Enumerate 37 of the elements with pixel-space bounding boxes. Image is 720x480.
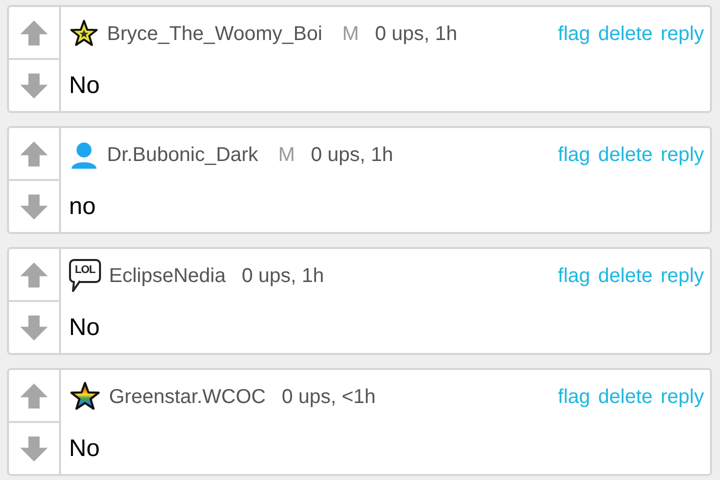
action-link[interactable]: flag bbox=[558, 18, 590, 48]
action-link[interactable]: reply bbox=[660, 140, 704, 170]
action-link[interactable]: delete bbox=[598, 18, 653, 48]
action-link[interactable]: delete bbox=[598, 382, 653, 412]
action-link[interactable]: flag bbox=[558, 140, 590, 170]
username[interactable]: Bryce_The_Woomy_Boi bbox=[107, 18, 322, 48]
comment-meta: 0 ups, 1h bbox=[374, 22, 458, 46]
rainbow-star-icon bbox=[69, 380, 101, 412]
action-link[interactable]: reply bbox=[660, 382, 704, 412]
comment-text: No bbox=[69, 434, 100, 464]
action-link[interactable]: reply bbox=[660, 18, 704, 48]
user-icon bbox=[69, 140, 99, 170]
comment-meta: 0 ups, 1h bbox=[242, 264, 324, 288]
username[interactable]: EclipseNedia bbox=[109, 260, 226, 290]
action-link[interactable]: delete bbox=[598, 140, 653, 170]
username[interactable]: Dr.Bubonic_Dark bbox=[107, 140, 258, 170]
comment-text: no bbox=[69, 192, 96, 222]
down-arrow-icon bbox=[19, 192, 49, 222]
down-arrow-icon bbox=[19, 70, 49, 100]
up-arrow-icon bbox=[19, 138, 49, 168]
action-link[interactable]: flag bbox=[558, 260, 590, 290]
action-link[interactable]: delete bbox=[598, 260, 653, 290]
up-arrow-icon bbox=[19, 380, 49, 410]
mod-mark: M bbox=[342, 22, 359, 46]
comment-meta: 0 ups, 1h bbox=[310, 142, 394, 168]
action-link[interactable]: flag bbox=[558, 382, 590, 412]
comment-text: No bbox=[69, 312, 100, 342]
comment-meta: 0 ups, <1h bbox=[282, 384, 376, 410]
down-arrow-icon bbox=[19, 312, 49, 342]
up-arrow-icon bbox=[19, 260, 49, 290]
comment-text: No bbox=[69, 70, 100, 100]
action-link[interactable]: reply bbox=[660, 260, 704, 290]
down-arrow-icon bbox=[19, 434, 49, 464]
mod-mark: M bbox=[278, 142, 295, 168]
up-arrow-icon bbox=[19, 18, 49, 48]
username[interactable]: Greenstar.WCOC bbox=[109, 382, 266, 412]
star-icon bbox=[69, 18, 99, 48]
